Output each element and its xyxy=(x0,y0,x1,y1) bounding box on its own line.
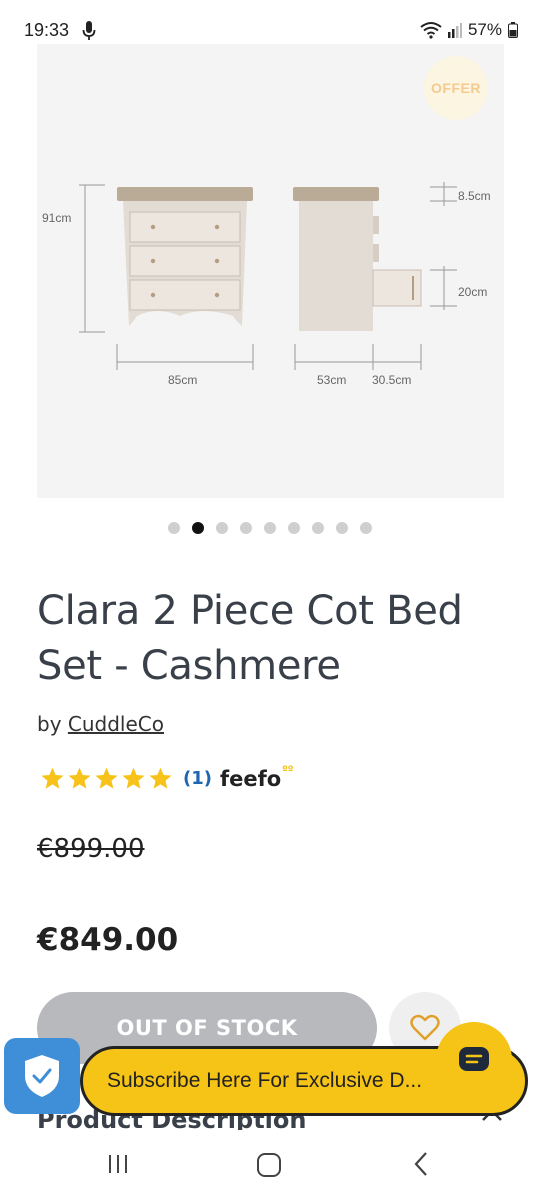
home-icon[interactable] xyxy=(256,1152,282,1178)
shield-check-icon xyxy=(25,1055,59,1097)
dresser-front-illustration xyxy=(117,187,253,326)
chat-icon xyxy=(459,1047,489,1071)
android-nav-bar xyxy=(0,1130,540,1200)
star-icon xyxy=(41,767,64,789)
dim-top-label: 8.5cm xyxy=(458,189,491,203)
carousel-dot[interactable] xyxy=(168,522,180,534)
product-title: Clara 2 Piece Cot Bed Set - Cashmere xyxy=(37,588,463,689)
price-current: €849.00 xyxy=(37,922,179,958)
recent-apps-icon[interactable] xyxy=(106,1152,130,1176)
carousel-dot[interactable] xyxy=(192,522,204,534)
brand-byline: by CuddleCo xyxy=(37,712,164,736)
star-icon xyxy=(122,767,145,789)
chat-button[interactable] xyxy=(436,1022,512,1098)
carousel-dot[interactable] xyxy=(312,522,324,534)
star-icon xyxy=(95,767,118,789)
star-icon xyxy=(68,767,91,789)
carousel-dot[interactable] xyxy=(240,522,252,534)
security-badge[interactable] xyxy=(4,1038,80,1114)
mic-icon xyxy=(82,21,96,40)
price-original: €899.00 xyxy=(37,834,145,864)
dim-height-label: 91cm xyxy=(42,211,71,225)
brand-link[interactable]: CuddleCo xyxy=(68,712,164,736)
carousel-dot[interactable] xyxy=(360,522,372,534)
status-icons: 57% xyxy=(420,20,518,40)
by-label: by xyxy=(37,712,62,736)
star-icon xyxy=(149,767,172,789)
feefo-logo: feefo ºº xyxy=(219,764,294,791)
wifi-icon xyxy=(420,22,442,39)
carousel-dot[interactable] xyxy=(288,522,300,534)
dim-depth-label: 53cm xyxy=(317,373,346,387)
dim-drawer-height-label: 20cm xyxy=(458,285,487,299)
status-time: 19:33 xyxy=(24,20,70,40)
review-count[interactable]: (1) xyxy=(183,768,212,789)
rating[interactable]: (1) feefo ºº xyxy=(40,764,294,791)
star-rating xyxy=(40,766,173,791)
dimension-drawing: 91cm 85cm 8.5cm 20cm 53cm 30.5cm xyxy=(42,182,491,387)
subscribe-label: Subscribe Here For Exclusive D... xyxy=(107,1069,423,1092)
heart-icon xyxy=(410,1014,440,1041)
product-image[interactable]: OFFER 91cm 85cm 8.5cm 20cm 53cm 30.5cm xyxy=(37,44,504,498)
carousel-dot[interactable] xyxy=(336,522,348,534)
carousel-dots xyxy=(0,522,540,534)
carousel-dot[interactable] xyxy=(264,522,276,534)
feefo-eyes-icon: ºº xyxy=(282,764,294,776)
feefo-wordmark: feefo xyxy=(219,766,282,791)
battery-icon xyxy=(508,22,518,38)
dim-drawer-depth-label: 30.5cm xyxy=(372,373,411,387)
dim-width-label: 85cm xyxy=(168,373,197,387)
signal-icon xyxy=(447,23,462,38)
carousel-dot[interactable] xyxy=(216,522,228,534)
battery-percent: 57% xyxy=(467,20,502,39)
dresser-side-illustration xyxy=(293,187,422,331)
back-icon[interactable] xyxy=(410,1150,432,1178)
